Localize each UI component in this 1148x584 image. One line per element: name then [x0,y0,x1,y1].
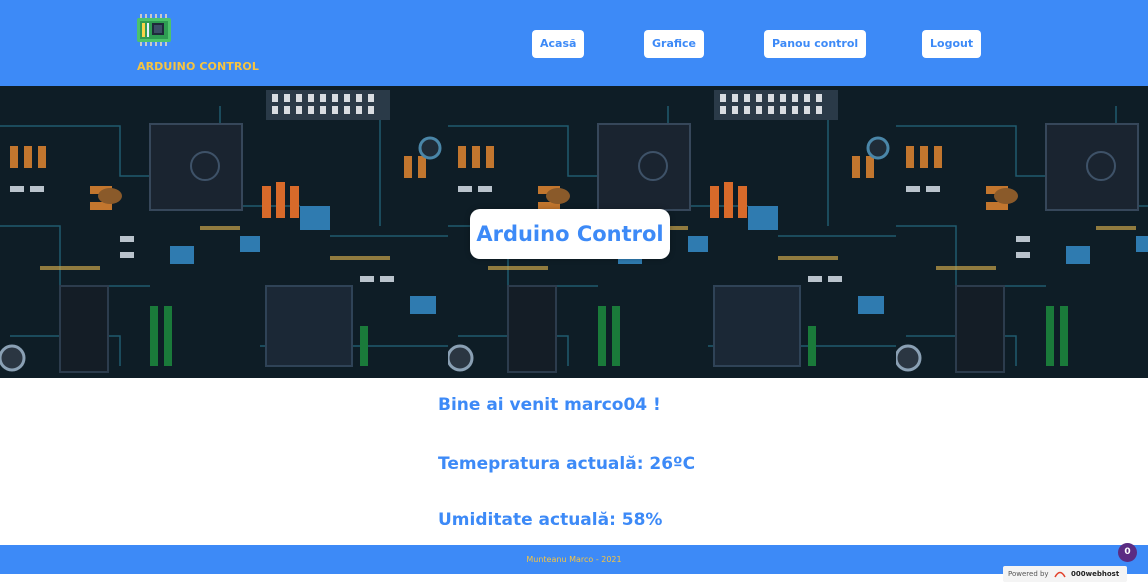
hero-title: Arduino Control [470,209,670,259]
brand-name[interactable]: ARDUINO CONTROL [137,60,259,73]
powered-by-brand: 000webhost [1071,570,1120,578]
footer-copyright: Munteanu Marco - 2021 [526,555,622,564]
nav-charts-button[interactable]: Grafice [644,30,705,58]
circuit-board-icon [137,14,171,46]
webhost-logo-icon [1054,571,1066,578]
hero-banner: Arduino Control [0,86,1148,378]
footer: Munteanu Marco - 2021 [0,545,1148,574]
powered-by-prefix: Powered by [1008,570,1049,578]
nav-logout-button[interactable]: Logout [922,30,982,58]
welcome-message: Bine ai venit marco04 ! [438,395,661,415]
humidity-reading: Umiditate actuală: 58% [438,510,663,530]
powered-by-badge[interactable]: Powered by 000webhost [1003,566,1127,582]
top-navbar: ARDUINO CONTROL Acasă Grafice Panou cont… [0,0,1148,86]
nav-home-button[interactable]: Acasă [532,30,585,58]
nav-control-panel-button[interactable]: Panou control [764,30,867,58]
brand[interactable]: ARDUINO CONTROL [136,10,266,76]
temperature-reading: Temepratura actuală: 26ºC [438,454,696,474]
notification-badge[interactable]: 0 [1118,543,1137,562]
